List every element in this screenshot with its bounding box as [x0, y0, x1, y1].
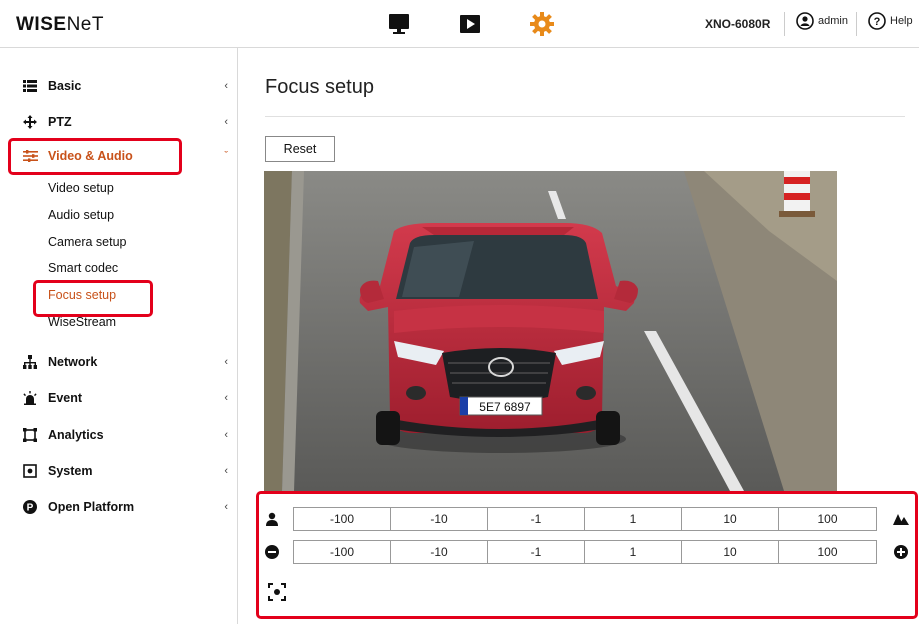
- sidebar-item-open-platform[interactable]: P Open Platform ‹: [22, 495, 228, 519]
- submenu-camera-setup[interactable]: Camera setup: [48, 235, 127, 249]
- sidebar-item-analytics[interactable]: Analytics ‹: [22, 423, 228, 447]
- zoom-step-button[interactable]: -1: [487, 507, 585, 531]
- focus-step-button[interactable]: 10: [681, 540, 779, 564]
- wisenet-logo[interactable]: WISENeT: [16, 14, 104, 36]
- sidebar-item-event[interactable]: Event ‹: [22, 386, 228, 410]
- focus-far-icon: [893, 544, 909, 560]
- help-link[interactable]: ? Help: [868, 12, 913, 30]
- gear-icon[interactable]: [528, 10, 556, 38]
- zoom-step-button[interactable]: -100: [293, 507, 391, 531]
- frame-icon: [22, 428, 38, 442]
- chevron-left-icon: ‹: [224, 501, 228, 513]
- focus-target-icon: [268, 583, 286, 601]
- top-header: WISENeT XNO-6080R admin ? Help: [0, 0, 919, 48]
- submenu-video-setup[interactable]: Video setup: [48, 181, 114, 195]
- alarm-icon: [22, 391, 38, 405]
- chevron-left-icon: ‹: [224, 429, 228, 441]
- sidebar-item-video-audio[interactable]: Video & Audio ˇ: [22, 144, 228, 168]
- sidebar-item-label: Analytics: [48, 428, 104, 442]
- username: admin: [818, 15, 848, 27]
- sidebar-item-label: Open Platform: [48, 500, 135, 514]
- header-divider: [784, 12, 785, 36]
- camera-model: XNO-6080R: [705, 17, 771, 31]
- header-divider: [856, 12, 857, 36]
- zoom-wide-icon: [264, 511, 280, 527]
- svg-text:?: ?: [874, 16, 881, 28]
- focus-step-button[interactable]: -100: [293, 540, 391, 564]
- zoom-step-button[interactable]: 1: [584, 507, 682, 531]
- sidebar-item-basic[interactable]: Basic ‹: [22, 74, 228, 98]
- svg-text:P: P: [27, 503, 34, 514]
- video-preview: 5E7 6897: [264, 171, 837, 491]
- chevron-left-icon: ‹: [224, 356, 228, 368]
- sidebar-item-label: Video & Audio: [48, 149, 133, 163]
- network-icon: [22, 355, 38, 369]
- focus-step-button[interactable]: 100: [778, 540, 877, 564]
- sidebar-item-label: Network: [48, 355, 98, 369]
- sliders-icon: [22, 150, 38, 162]
- user-icon: [796, 12, 814, 30]
- zoom-step-button[interactable]: -10: [390, 507, 488, 531]
- sidebar-item-network[interactable]: Network ‹: [22, 350, 228, 374]
- help-label: Help: [890, 15, 913, 27]
- submenu-wisestream[interactable]: WiseStream: [48, 315, 116, 329]
- chevron-left-icon: ‹: [224, 465, 228, 477]
- chevron-left-icon: ‹: [224, 80, 228, 92]
- help-icon: ?: [868, 12, 886, 30]
- focus-near-icon: [264, 544, 280, 560]
- sidebar-item-label: Event: [48, 391, 83, 405]
- sidebar-item-system[interactable]: System ‹: [22, 459, 228, 483]
- zoom-step-button[interactable]: 100: [778, 507, 877, 531]
- focus-controls: -100 -10 -1 1 10 100 -100 -10 -1 1 10 10…: [256, 491, 919, 619]
- list-icon: [22, 80, 38, 92]
- submenu-focus-setup[interactable]: Focus setup: [48, 288, 116, 302]
- focus-step-button[interactable]: -10: [390, 540, 488, 564]
- platform-icon: P: [22, 500, 38, 514]
- zoom-row: -100 -10 -1 1 10 100: [256, 507, 919, 531]
- submenu-audio-setup[interactable]: Audio setup: [48, 208, 114, 222]
- sidebar: [0, 48, 238, 624]
- zoom-step-button[interactable]: 10: [681, 507, 779, 531]
- sidebar-item-ptz[interactable]: PTZ ‹: [22, 110, 228, 134]
- simple-focus-button[interactable]: [267, 582, 287, 602]
- title-divider: [265, 116, 905, 117]
- system-icon: [22, 464, 38, 478]
- sidebar-item-label: System: [48, 464, 93, 478]
- submenu-smart-codec[interactable]: Smart codec: [48, 261, 118, 275]
- user-menu[interactable]: admin: [796, 12, 848, 30]
- move-arrows-icon: [22, 115, 38, 129]
- focus-row: -100 -10 -1 1 10 100: [256, 540, 919, 564]
- sidebar-item-label: PTZ: [48, 115, 72, 129]
- focus-step-button[interactable]: 1: [584, 540, 682, 564]
- play-icon[interactable]: [456, 10, 484, 38]
- zoom-tele-icon: [893, 511, 909, 527]
- focus-step-button[interactable]: -1: [487, 540, 585, 564]
- chevron-left-icon: ‹: [224, 116, 228, 128]
- sidebar-item-label: Basic: [48, 79, 82, 93]
- reset-button[interactable]: Reset: [265, 136, 335, 162]
- chevron-down-icon: ˇ: [224, 150, 228, 162]
- page-title: Focus setup: [265, 76, 374, 98]
- license-plate-text: 5E7 6897: [479, 400, 531, 414]
- monitor-icon[interactable]: [385, 10, 413, 38]
- chevron-left-icon: ‹: [224, 392, 228, 404]
